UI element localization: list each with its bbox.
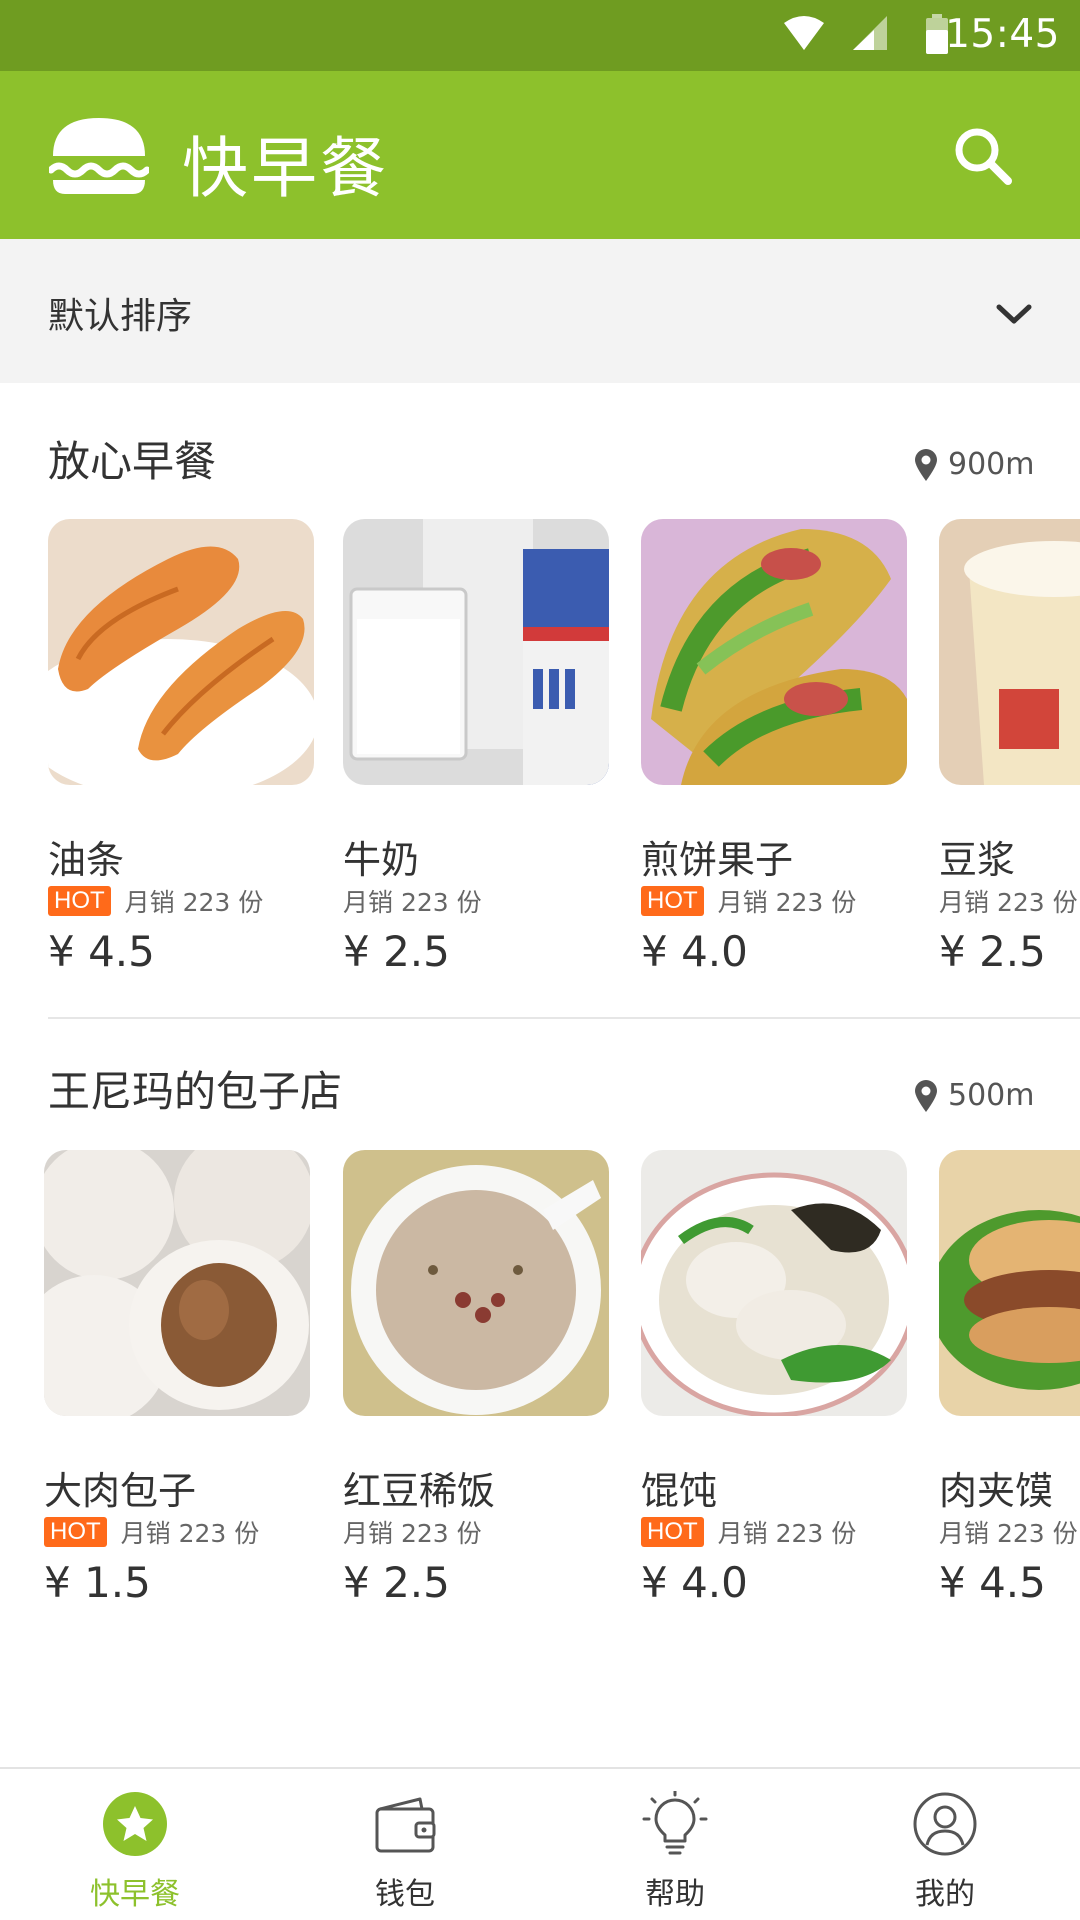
shop-name[interactable]: 放心早餐 [48,428,216,489]
app-bar: 快早餐 [0,71,1080,239]
hot-badge: HOT [44,1517,107,1547]
food-name: 红豆稀饭 [343,1469,496,1513]
lightbulb-icon [642,1791,708,1855]
shop-distance: 900m [914,447,1034,482]
sort-dropdown[interactable]: 默认排序 [0,239,1080,383]
wallet-icon [375,1797,436,1853]
monthly-sales: 月销 223 份 [343,1519,482,1548]
food-photo-huntun [641,1150,907,1416]
hot-badge: HOT [48,886,111,916]
food-card[interactable]: 牛奶 月销 223 份 ¥ 2.5 [343,519,609,976]
search-icon [955,128,1012,185]
nav-label: 快早餐 [90,1877,180,1912]
burger-icon [49,118,149,194]
food-meta: HOT 月销 223 份 [641,1514,856,1550]
food-price: ¥ 4.5 [939,1558,1046,1607]
food-price: ¥ 2.5 [939,927,1046,976]
food-price: ¥ 4.5 [48,927,155,976]
shop-distance: 500m [914,1078,1034,1113]
food-card[interactable]: 大肉包子 HOT 月销 223 份 ¥ 1.5 [44,1150,310,1607]
status-bar: 15:45 [0,0,1080,71]
food-name: 馄饨 [641,1469,718,1513]
food-price: ¥ 4.0 [641,927,748,976]
nav-label: 我的 [915,1877,975,1912]
monthly-sales: 月销 223 份 [343,888,482,917]
nav-label: 钱包 [375,1877,435,1912]
food-meta: HOT 月销 223 份 [44,1514,259,1550]
food-name: 牛奶 [343,838,420,882]
food-card[interactable]: 肉夹馍 月销 223 份 ¥ 4.5 [939,1150,1080,1607]
hot-badge: HOT [641,886,704,916]
monthly-sales: 月销 223 份 [717,1519,857,1548]
monthly-sales: 月销 223 份 [939,1519,1078,1548]
search-button[interactable] [950,123,1020,193]
food-photo-jianbing [641,519,907,785]
food-meta: 月销 223 份 [939,1514,1078,1550]
sort-label: 默认排序 [48,296,193,337]
food-name: 肉夹馍 [939,1469,1054,1513]
food-photo-baozi [44,1150,310,1416]
food-meta: 月销 223 份 [343,1514,482,1550]
food-card[interactable]: 馄饨 HOT 月销 223 份 ¥ 4.0 [641,1150,907,1607]
bottom-nav: 快早餐 钱包 帮助 我的 [0,1767,1080,1920]
monthly-sales: 月销 223 份 [717,888,857,917]
food-photo-milk [343,519,609,785]
food-card[interactable]: 红豆稀饭 月销 223 份 ¥ 2.5 [343,1150,609,1607]
shop-name[interactable]: 王尼玛的包子店 [48,1058,342,1119]
hot-badge: HOT [641,1517,704,1547]
food-meta: HOT 月销 223 份 [641,883,856,919]
nav-item-home[interactable]: 快早餐 [0,1769,270,1920]
monthly-sales: 月销 223 份 [124,888,264,917]
nav-item-help[interactable]: 帮助 [540,1769,810,1920]
food-name: 煎饼果子 [641,838,794,882]
app-screen: 15:45 快早餐 默认排序 放心早餐 900m 油条 HOT 月销 223 份… [0,0,1080,1920]
location-pin-icon [915,1079,937,1112]
wifi-icon [784,16,824,50]
food-name: 大肉包子 [44,1469,197,1513]
status-time: 15:45 [945,12,1060,57]
food-meta: 月销 223 份 [939,883,1078,919]
signal-icon [853,16,887,50]
food-card[interactable]: 煎饼果子 HOT 月销 223 份 ¥ 4.0 [641,519,907,976]
monthly-sales: 月销 223 份 [120,1519,260,1548]
monthly-sales: 月销 223 份 [939,888,1078,917]
food-meta: HOT 月销 223 份 [48,883,263,919]
nav-item-profile[interactable]: 我的 [810,1769,1080,1920]
food-price: ¥ 1.5 [44,1558,151,1607]
food-meta: 月销 223 份 [343,883,482,919]
user-icon [913,1792,977,1856]
food-price: ¥ 2.5 [343,927,450,976]
chevron-down-icon[interactable] [994,302,1034,328]
section-divider [48,1017,1080,1019]
food-card[interactable]: 油条 HOT 月销 223 份 ¥ 4.5 [48,519,314,976]
nav-item-wallet[interactable]: 钱包 [270,1769,540,1920]
food-photo-youtiao [48,519,314,785]
food-photo-roujiamo [939,1150,1080,1416]
distance-text: 500m [948,1078,1035,1113]
food-card[interactable]: 豆浆 月销 223 份 ¥ 2.5 [939,519,1080,976]
food-photo-doujiang [939,519,1080,785]
star-icon [103,1792,167,1856]
distance-text: 900m [948,447,1035,482]
food-price: ¥ 2.5 [343,1558,450,1607]
nav-label: 帮助 [645,1877,705,1912]
location-pin-icon [915,448,937,481]
food-photo-xifan [343,1150,609,1416]
app-title: 快早餐 [182,130,389,207]
food-name: 油条 [48,838,125,882]
food-price: ¥ 4.0 [641,1558,748,1607]
food-name: 豆浆 [939,838,1016,882]
